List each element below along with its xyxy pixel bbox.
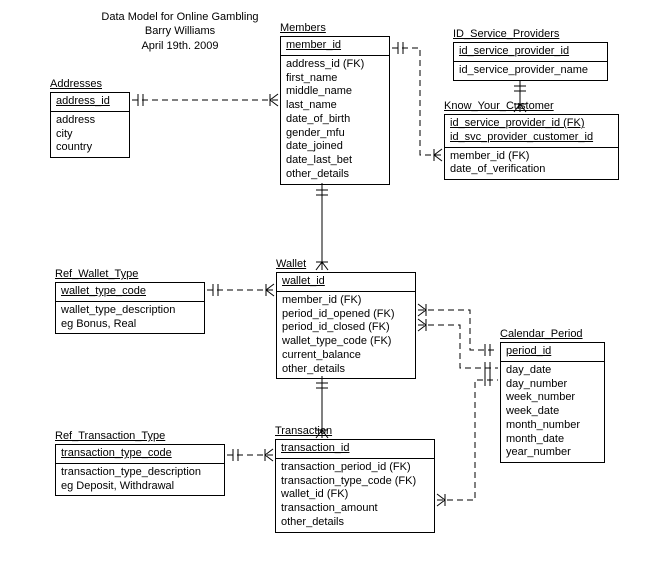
diagram-title: Data Model for Online Gambling Barry Wil… (85, 10, 275, 53)
field: eg Deposit, Withdrawal (61, 480, 219, 494)
entity-title: Calendar_Period (500, 328, 605, 340)
field: date_joined (286, 140, 384, 154)
entity-members: Members member_id address_id (FK) first_… (280, 22, 390, 185)
field: member_id (FK) (450, 150, 613, 164)
field: last_name (286, 99, 384, 113)
field: transaction_period_id (FK) (281, 461, 429, 475)
field: month_date (506, 433, 599, 447)
field: day_date (506, 364, 599, 378)
field: day_number (506, 378, 599, 392)
field: period_id_closed (FK) (282, 321, 410, 335)
entity-title: Ref_Transaction_Type (55, 430, 225, 442)
entity-title: Transaction (275, 425, 435, 437)
field: other_details (286, 168, 384, 182)
field: address_id (FK) (286, 58, 384, 72)
field: address (56, 114, 124, 128)
field: date_last_bet (286, 154, 384, 168)
entity-calperiod: Calendar_Period period_id day_date day_n… (500, 328, 605, 463)
field: eg Bonus, Real (61, 318, 199, 332)
pk: member_id (286, 39, 341, 51)
title-line1: Data Model for Online Gambling (85, 10, 275, 24)
pk: wallet_id (282, 275, 325, 287)
entity-addresses: Addresses address_id address city countr… (50, 78, 130, 158)
entity-title: Know_Your_Customer (444, 100, 619, 112)
field: week_date (506, 405, 599, 419)
field: period_id_opened (FK) (282, 308, 410, 322)
pk: id_svc_provider_customer_id (450, 131, 593, 143)
entity-title: Wallet (276, 258, 416, 270)
field: transaction_amount (281, 502, 429, 516)
field: country (56, 141, 124, 155)
title-line3: April 19th. 2009 (85, 39, 275, 53)
field: city (56, 128, 124, 142)
field: wallet_type_description (61, 304, 199, 318)
entity-kyc: Know_Your_Customer id_service_provider_i… (444, 100, 619, 180)
pk: wallet_type_code (61, 285, 146, 297)
entity-idsp: ID_Service_Providers id_service_provider… (453, 28, 608, 81)
pk: transaction_id (281, 442, 350, 454)
title-line2: Barry Williams (85, 24, 275, 38)
pk: id_service_provider_id (FK) (450, 117, 585, 129)
field: date_of_birth (286, 113, 384, 127)
entity-title: ID_Service_Providers (453, 28, 608, 40)
field: other_details (281, 516, 429, 530)
pk: address_id (56, 95, 110, 107)
field: week_number (506, 391, 599, 405)
field: current_balance (282, 349, 410, 363)
field: middle_name (286, 85, 384, 99)
entity-refwt: Ref_Wallet_Type wallet_type_code wallet_… (55, 268, 205, 334)
field: year_number (506, 446, 599, 460)
field: first_name (286, 72, 384, 86)
field: date_of_verification (450, 163, 613, 177)
pk: period_id (506, 345, 551, 357)
entity-reftt: Ref_Transaction_Type transaction_type_co… (55, 430, 225, 496)
field: id_service_provider_name (459, 64, 602, 78)
entity-title: Members (280, 22, 390, 34)
field: member_id (FK) (282, 294, 410, 308)
entity-transaction: Transaction transaction_id transaction_p… (275, 425, 435, 533)
field: wallet_type_code (FK) (282, 335, 410, 349)
field: wallet_id (FK) (281, 488, 429, 502)
entity-title: Ref_Wallet_Type (55, 268, 205, 280)
field: gender_mfu (286, 127, 384, 141)
entity-title: Addresses (50, 78, 130, 90)
field: transaction_type_description (61, 466, 219, 480)
field: month_number (506, 419, 599, 433)
entity-wallet: Wallet wallet_id member_id (FK) period_i… (276, 258, 416, 379)
field: other_details (282, 363, 410, 377)
pk: id_service_provider_id (459, 45, 569, 57)
pk: transaction_type_code (61, 447, 172, 459)
field: transaction_type_code (FK) (281, 475, 429, 489)
